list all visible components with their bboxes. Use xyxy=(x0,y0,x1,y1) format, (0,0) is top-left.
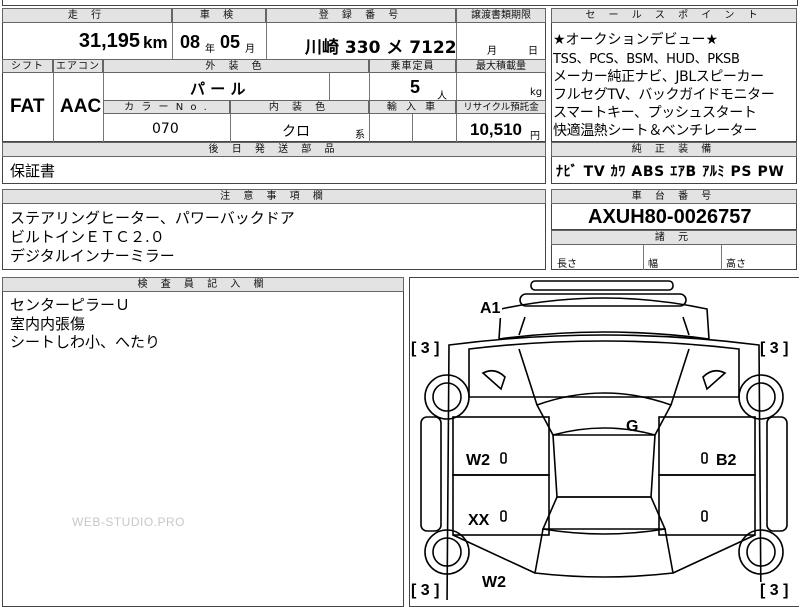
sales-point-line: TSS、PCS、BSM、HUD、PKSB xyxy=(553,52,740,67)
damage-mark-w2-left: W2 xyxy=(466,452,490,469)
tire-tread-front-right: [ 3 ] xyxy=(760,340,789,358)
month-unit: 月 xyxy=(245,44,255,55)
exterior-color-value: パ ー ル xyxy=(190,80,246,98)
transfer-month-unit: 月 xyxy=(487,46,497,57)
interior-color-header: 内 装 色 xyxy=(230,100,369,114)
transfer-day-unit: 日 xyxy=(528,46,538,57)
top-strip xyxy=(2,0,798,6)
sales-point-line: スマートキー、プッシュスタート xyxy=(553,105,757,121)
year-unit: 年 xyxy=(205,44,215,55)
damage-mark-g: G xyxy=(626,418,639,435)
main-info-table xyxy=(2,8,546,142)
capacity-value: 5 xyxy=(410,77,421,97)
mileage-value: 31,195 xyxy=(78,30,140,52)
damage-mark-b2: B2 xyxy=(716,452,737,469)
registration-number: 川崎 330 メ 7122 xyxy=(305,38,457,58)
shift-value: FAT xyxy=(10,96,45,117)
chassis-number: AXUH80-0026757 xyxy=(588,206,752,228)
notes-line: デジタルインナーミラー xyxy=(10,247,175,265)
notes-line: ビルトインＥＴＣ２.０ xyxy=(10,228,165,246)
chassis-header: 車 台 番 号 xyxy=(551,189,797,204)
sales-point-line: ★オークションデビュー★ xyxy=(553,32,719,48)
transfer-deadline-header: 譲渡書類期限 xyxy=(456,8,546,23)
recycle-header: リサイクル預託金 xyxy=(456,100,546,114)
ac-value: AAC xyxy=(60,96,102,117)
equipment-items: ﾅﾋﾞ TV ｶﾜ ABS ｴｱB ｱﾙﾐ PS PW xyxy=(556,164,785,180)
max-load-header: 最大積載量 xyxy=(456,59,546,73)
ac-header: エアコン xyxy=(53,59,103,73)
equipment-header: 純 正 装 備 xyxy=(551,142,797,157)
dimensions-header: 諸 元 xyxy=(551,230,797,245)
notes-header: 注 意 事 項 欄 xyxy=(2,189,546,204)
damage-mark-a1: A1 xyxy=(478,300,503,318)
car-damage-diagram xyxy=(420,280,788,600)
inspector-header: 検 査 員 記 入 欄 xyxy=(2,277,404,292)
damage-mark-w2-bottom: W2 xyxy=(480,574,508,592)
capacity-header: 乗車定員 xyxy=(369,59,456,73)
sales-point-line: フルセグTV、バックガイドモニター xyxy=(553,87,775,103)
watermark: WEB-STUDIO.PRO xyxy=(72,515,186,529)
exterior-color-header: 外 装 色 xyxy=(103,59,369,73)
recycle-value: 10,510 xyxy=(470,120,522,139)
interior-color-suffix: 系 xyxy=(355,130,365,141)
sales-point-line: メーカー純正ナビ、JBLスピーカー xyxy=(553,69,764,85)
later-parts-header: 後 日 発 送 部 品 xyxy=(2,142,546,157)
sales-point-line: 快適温熱シート＆ベンチレーター xyxy=(553,123,757,139)
shaken-month: 05 xyxy=(220,32,241,52)
height-label: 高さ xyxy=(726,259,746,270)
registration-header: 登 録 番 号 xyxy=(266,8,456,23)
inspector-line: センターピラーＵ xyxy=(10,296,131,314)
import-header: 輸 入 車 xyxy=(369,100,456,114)
width-label: 幅 xyxy=(648,259,658,270)
mileage-unit: km xyxy=(143,33,168,52)
sales-points-header: セ ー ル ス ポ イ ン ト xyxy=(551,8,797,23)
damage-mark-xx: XX xyxy=(468,512,490,529)
interior-color-value: クロ xyxy=(282,124,310,140)
shift-header: シフト xyxy=(2,59,53,73)
notes-line: ステアリングヒーター、パワーバックドア xyxy=(10,209,295,227)
shaken-year: 08 xyxy=(180,32,201,52)
tire-tread-rear-right: [ 3 ] xyxy=(760,582,789,600)
shaken-header: 車 検 xyxy=(172,8,266,23)
tire-tread-rear-left: [ 3 ] xyxy=(411,582,440,600)
mileage-header: 走 行 xyxy=(2,8,172,23)
color-no-value: 070 xyxy=(152,121,179,137)
length-label: 長さ xyxy=(557,259,577,270)
tire-tread-front-left: [ 3 ] xyxy=(411,340,440,358)
recycle-unit: 円 xyxy=(530,131,540,142)
max-load-unit: kg xyxy=(530,87,543,98)
later-parts-value: 保証書 xyxy=(10,162,56,180)
color-no-header: カ ラ ー N o . xyxy=(103,100,230,114)
inspector-line: シートしわ小、へたり xyxy=(10,333,161,351)
